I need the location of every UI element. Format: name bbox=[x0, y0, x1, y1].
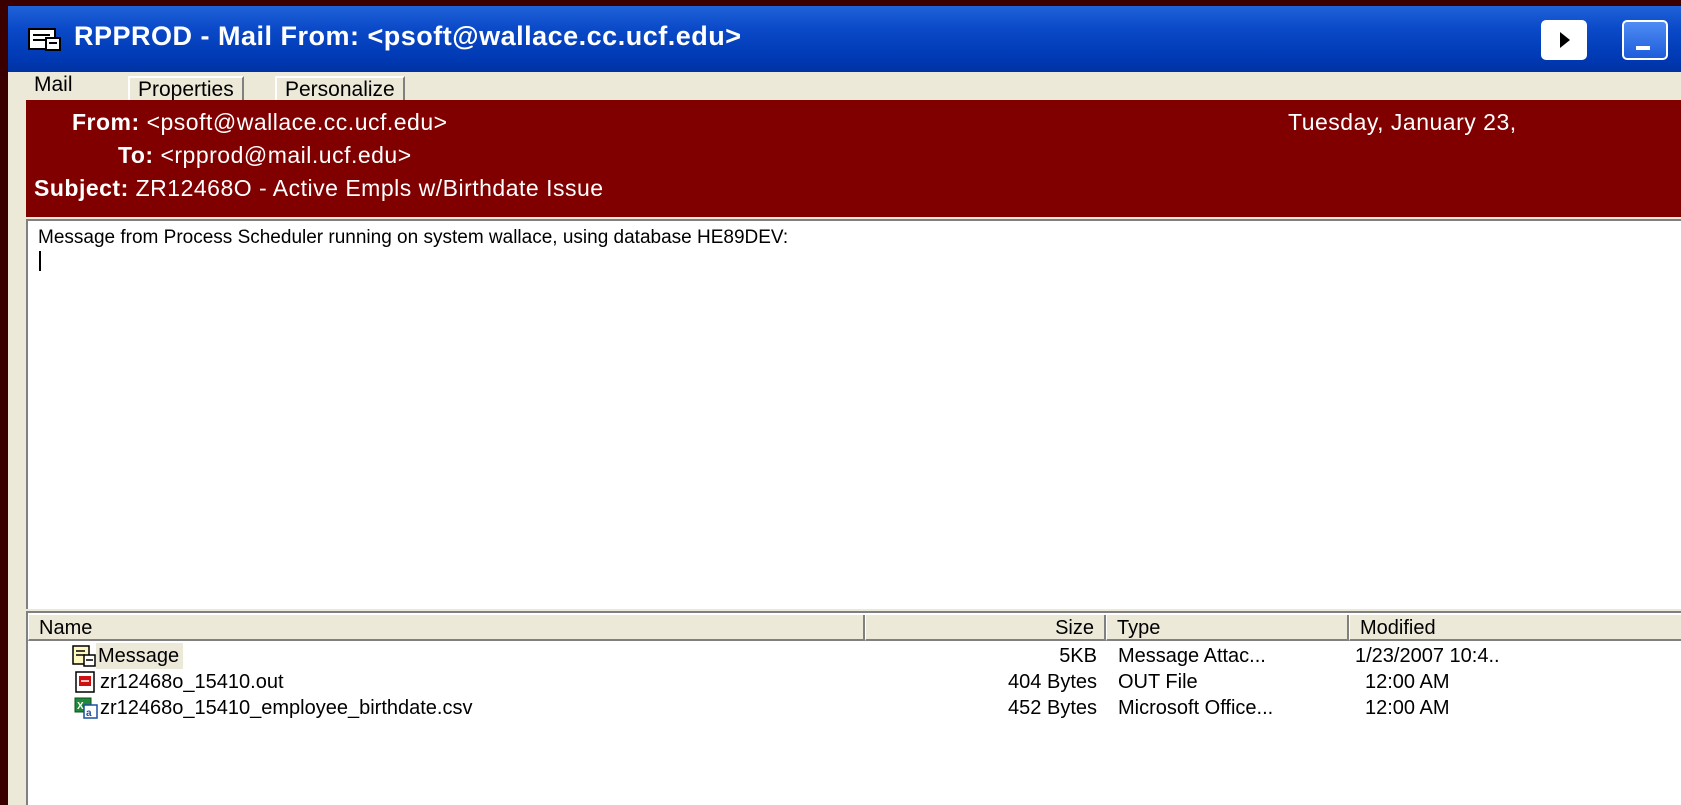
attachment-size: 452 Bytes bbox=[1008, 697, 1097, 719]
tab-bar: Mail Properties Personalize bbox=[8, 72, 1681, 102]
mail-header: From: <psoft@wallace.cc.ucf.edu> To: <rp… bbox=[26, 100, 1681, 217]
from-value: <psoft@wallace.cc.ucf.edu> bbox=[146, 109, 448, 135]
to-value: <rpprod@mail.ucf.edu> bbox=[160, 142, 412, 168]
window-title: RPPROD - Mail From: <psoft@wallace.cc.uc… bbox=[74, 21, 742, 51]
attachment-modified: 12:00 AM bbox=[1365, 671, 1450, 693]
column-header-size[interactable]: Size bbox=[865, 615, 1106, 641]
message-attachment-icon bbox=[72, 645, 96, 667]
tab-personalize[interactable]: Personalize bbox=[275, 76, 405, 101]
message-body[interactable]: Message from Process Scheduler running o… bbox=[26, 219, 1681, 609]
attachment-type: Message Attac... bbox=[1118, 645, 1266, 667]
to-row: To: <rpprod@mail.ucf.edu> bbox=[118, 142, 412, 169]
attachment-type: Microsoft Office... bbox=[1118, 697, 1274, 719]
from-row: From: <psoft@wallace.cc.ucf.edu> bbox=[72, 109, 448, 136]
subject-row: Subject: ZR12468O - Active Empls w/Birth… bbox=[34, 175, 604, 202]
attachment-row[interactable]: X a zr12468o_15410_employee_birthdate.cs… bbox=[28, 695, 1681, 721]
tab-properties[interactable]: Properties bbox=[128, 76, 244, 101]
message-text: Message from Process Scheduler running o… bbox=[38, 227, 789, 248]
mail-window: RPPROD - Mail From: <psoft@wallace.cc.uc… bbox=[8, 6, 1681, 805]
attachment-modified: 12:00 AM bbox=[1365, 697, 1450, 719]
attachment-modified: 1/23/2007 10:4.. bbox=[1355, 645, 1500, 667]
attachment-name: zr12468o_15410_employee_birthdate.csv bbox=[100, 697, 473, 719]
attachment-name: zr12468o_15410.out bbox=[100, 671, 284, 693]
to-label: To: bbox=[118, 142, 154, 168]
out-file-icon bbox=[75, 671, 95, 693]
attachment-size: 5KB bbox=[1059, 645, 1097, 667]
tab-mail[interactable]: Mail bbox=[26, 72, 81, 102]
excel-csv-icon: X a bbox=[74, 697, 98, 719]
text-caret bbox=[39, 251, 41, 271]
attachment-name: Message bbox=[96, 643, 184, 669]
subject-label: Subject: bbox=[34, 175, 129, 201]
play-icon bbox=[1560, 32, 1570, 48]
play-button[interactable] bbox=[1541, 20, 1587, 60]
attachment-list[interactable]: Name Size Type Modified Message 5KB Mess… bbox=[26, 611, 1681, 805]
attachment-row[interactable]: Message 5KB Message Attac... 1/23/2007 1… bbox=[28, 643, 1681, 669]
svg-text:X: X bbox=[77, 701, 84, 712]
minimize-button[interactable] bbox=[1622, 20, 1668, 60]
attachment-row[interactable]: zr12468o_15410.out 404 Bytes OUT File 12… bbox=[28, 669, 1681, 695]
column-header-name[interactable]: Name bbox=[28, 615, 865, 641]
column-header-type[interactable]: Type bbox=[1106, 615, 1349, 641]
mail-date: Tuesday, January 23, bbox=[1288, 109, 1517, 135]
column-header-modified[interactable]: Modified bbox=[1349, 615, 1681, 641]
attachment-type: OUT File bbox=[1118, 671, 1198, 693]
subject-value: ZR12468O - Active Empls w/Birthdate Issu… bbox=[135, 175, 604, 201]
mail-window-icon bbox=[28, 28, 61, 51]
attachment-size: 404 Bytes bbox=[1008, 671, 1097, 693]
minimize-icon bbox=[1636, 46, 1650, 50]
window-titlebar[interactable]: RPPROD - Mail From: <psoft@wallace.cc.uc… bbox=[8, 6, 1681, 72]
svg-text:a: a bbox=[86, 708, 92, 719]
from-label: From: bbox=[72, 109, 140, 135]
